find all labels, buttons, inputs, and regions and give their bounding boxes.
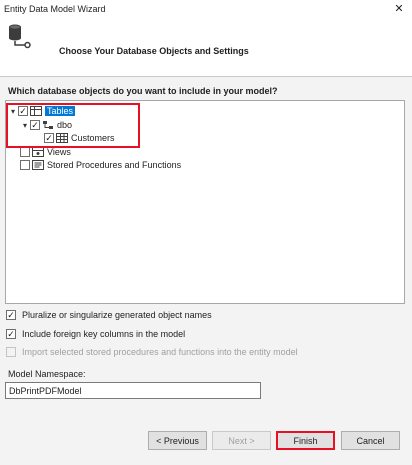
foreign-keys-checkbox[interactable]: ✓ <box>6 329 16 339</box>
import-procedures-label: Import selected stored procedures and fu… <box>22 347 298 357</box>
namespace-input[interactable] <box>5 382 261 399</box>
option-foreign-keys[interactable]: ✓ Include foreign key columns in the mod… <box>6 328 185 340</box>
views-icon <box>32 147 44 157</box>
next-button: Next > <box>212 431 271 450</box>
pluralize-label: Pluralize or singularize generated objec… <box>22 310 212 320</box>
finish-button[interactable]: Finish <box>276 431 335 450</box>
page-title: Choose Your Database Objects and Setting… <box>59 46 249 56</box>
option-import-procedures: Import selected stored procedures and fu… <box>6 346 298 358</box>
tree-node-procedures[interactable]: Stored Procedures and Functions <box>20 158 181 172</box>
namespace-label: Model Namespace: <box>8 369 86 379</box>
tree-label-views: Views <box>47 147 71 157</box>
title-bar: Entity Data Model Wizard ✕ <box>0 0 412 18</box>
import-procedures-checkbox <box>6 347 16 357</box>
tree-label-procedures: Stored Procedures and Functions <box>47 160 182 170</box>
views-checkbox[interactable] <box>20 147 30 157</box>
cancel-button[interactable]: Cancel <box>341 431 400 450</box>
tree-highlight-box <box>6 103 140 148</box>
stored-procedures-icon <box>32 160 44 170</box>
pluralize-checkbox[interactable]: ✓ <box>6 310 16 320</box>
wizard-header: Choose Your Database Objects and Setting… <box>0 18 412 76</box>
close-icon[interactable]: ✕ <box>392 2 406 16</box>
database-connect-icon <box>9 24 31 49</box>
foreign-keys-label: Include foreign key columns in the model <box>22 329 186 339</box>
window-title: Entity Data Model Wizard <box>4 4 106 14</box>
option-pluralize[interactable]: ✓ Pluralize or singularize generated obj… <box>6 309 212 321</box>
objects-question: Which database objects do you want to in… <box>8 86 278 96</box>
procedures-checkbox[interactable] <box>20 160 30 170</box>
previous-button[interactable]: < Previous <box>148 431 207 450</box>
